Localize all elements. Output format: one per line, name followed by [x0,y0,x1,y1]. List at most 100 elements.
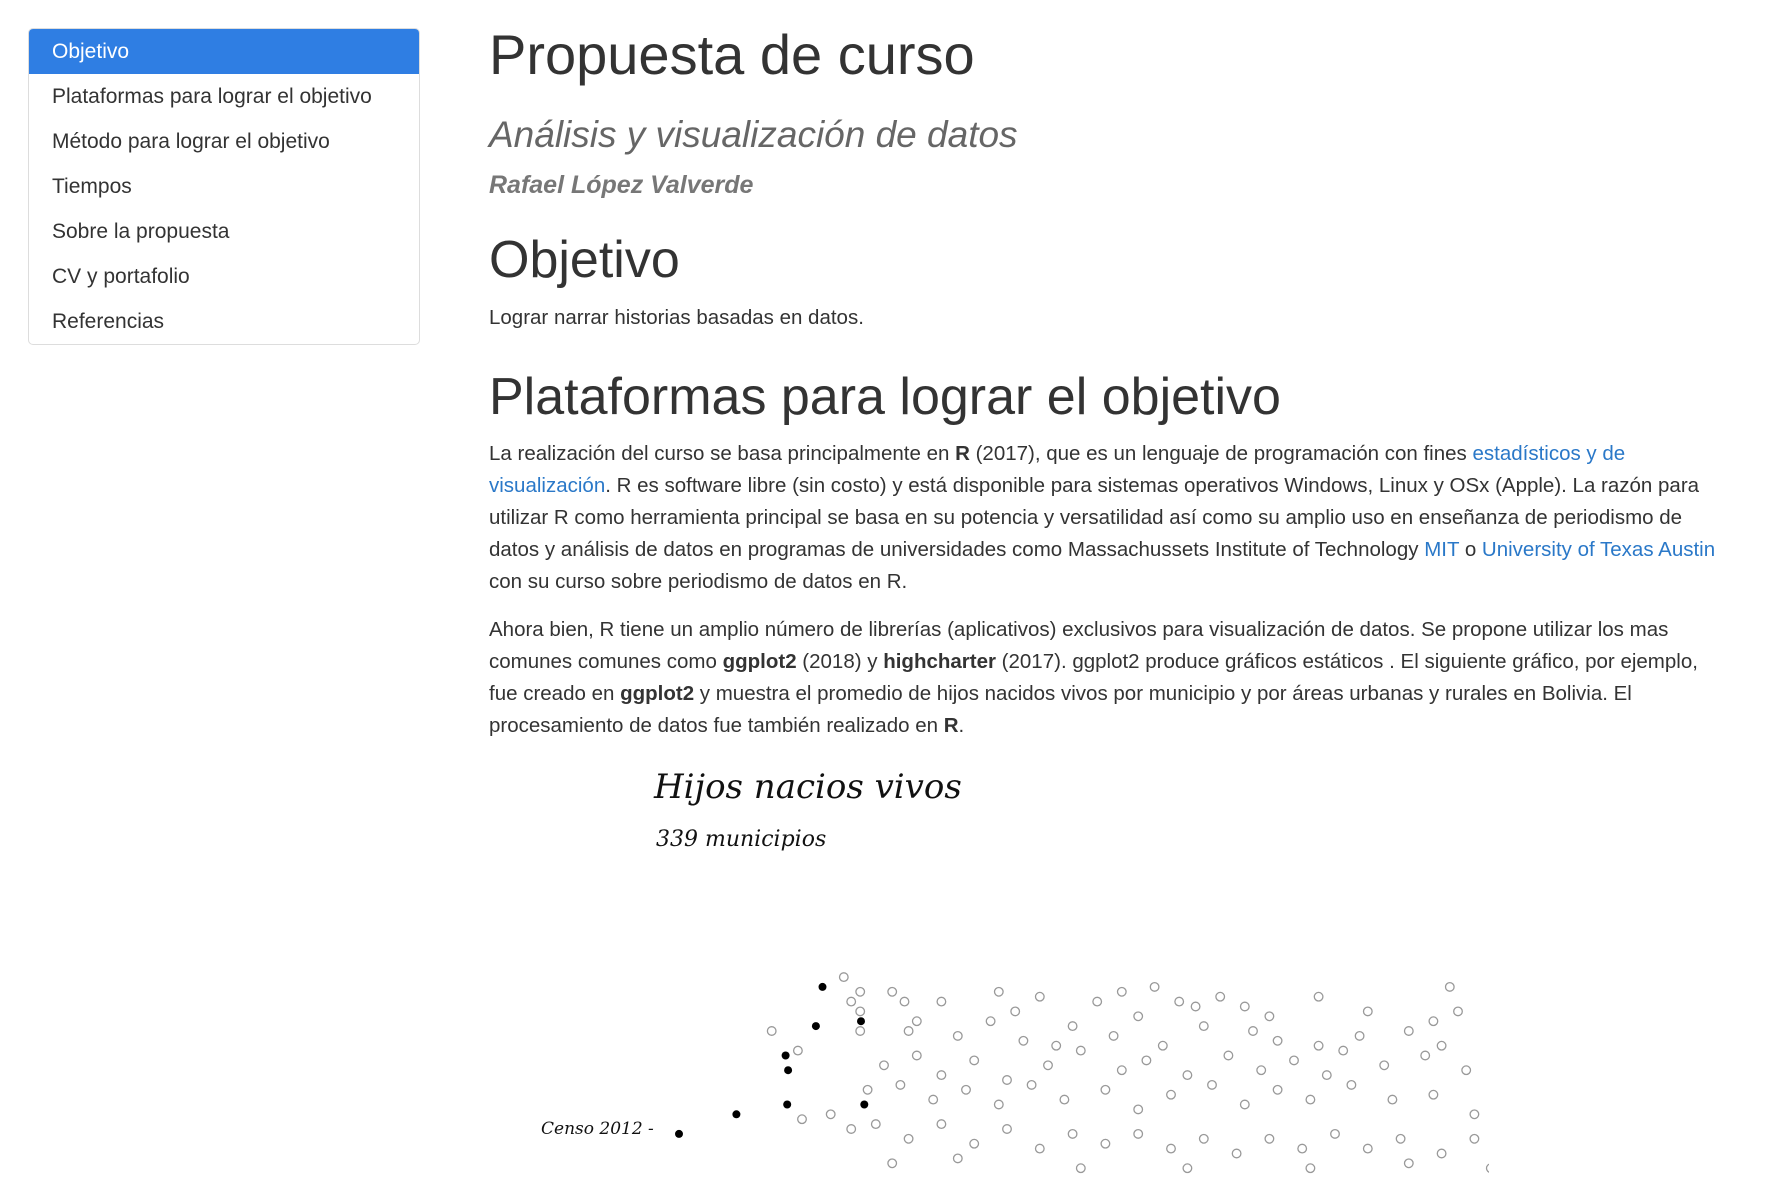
hollow-point-112 [887,1158,898,1169]
paragraph-text: La realización del curso se basa princip… [489,442,956,465]
hollow-point-88 [825,1109,836,1120]
section-heading-plataformas: Plataformas para lograr el objetivo [489,368,1281,426]
paragraph-text: con su curso sobre periodismo de datos e… [489,570,908,593]
hollow-point-51 [1075,1045,1086,1056]
chart-title: Hijos nacios vivos [653,767,962,807]
hollow-point-30 [1067,1021,1078,1032]
filled-point-5 [732,1110,741,1119]
hollow-point-40 [1436,1040,1447,1051]
page-subtitle: Análisis y visualización de datos [489,114,1018,155]
hollow-point-67 [862,1084,873,1095]
hollow-point-25 [903,1026,914,1036]
section-heading-objetivo: Objetivo [489,231,680,289]
hollow-point-120 [1010,1006,1021,1017]
hollow-point-18 [1313,991,1324,1002]
paragraph-text: (2017), que es un lenguaje de programaci… [969,442,1473,465]
paragraph-text: (2018) y [796,650,884,673]
hollow-point-61 [1461,1065,1472,1076]
toc-item-cv-y-portafolio[interactable]: CV y portafolio [29,254,419,299]
hollow-point-113 [952,1153,963,1164]
hollow-point-47 [936,1070,947,1081]
hollow-point-122 [1264,1011,1275,1022]
hollow-point-46 [911,1050,922,1061]
hollow-point-121 [1174,996,1185,1007]
highcharter-bold: highcharter [883,650,996,673]
filled-point-7 [860,1100,869,1109]
toc-item-tiempos[interactable]: Tiempos [29,164,419,209]
hollow-point-14 [1149,981,1160,992]
hollow-point-101 [1231,1148,1242,1159]
r-bold: R [943,714,959,737]
toc-item-objetivo[interactable]: Objetivo [29,29,419,74]
municipios-scatter-chart: Hijos nacios vivos 339 municipios Censo … [541,767,1489,1174]
hollow-point-94 [1002,1124,1012,1134]
hollow-point-11 [1034,991,1045,1002]
hollow-point-59 [1379,1060,1390,1071]
hollow-point-115 [1182,1163,1193,1174]
hollow-point-93 [969,1138,980,1149]
plataformas-paragraph-1: La realización del curso se basa princip… [489,438,1719,598]
hollow-point-57 [1289,1055,1299,1066]
filled-point-8 [675,1129,683,1138]
hollow-point-0 [766,1026,777,1036]
hollow-point-36 [1272,1035,1283,1046]
chart-subtitle: 339 municipios [656,827,826,852]
author-name: Rafael López Valverde [489,171,754,199]
toc-item-referencias[interactable]: Referencias [29,299,419,344]
hollow-point-79 [1272,1084,1283,1095]
hollow-point-103 [1297,1143,1308,1154]
hollow-point-83 [1428,1089,1439,1100]
hollow-point-5 [855,1006,866,1017]
hollow-point-73 [1059,1094,1070,1105]
toc-item-sobre-la-propuesta[interactable]: Sobre la propuesta [29,209,419,254]
hollow-point-49 [1002,1075,1012,1085]
hollow-point-1 [792,1045,803,1056]
hollow-point-31 [1108,1030,1119,1041]
hollow-point-84 [1469,1109,1480,1120]
hollow-point-125 [1338,1045,1349,1056]
hollow-point-70 [961,1084,971,1095]
toc-item-plataformas-para-lograr-el-objetivo[interactable]: Plataformas para lograr el objetivo [29,74,419,119]
hollow-point-4 [846,996,857,1007]
link-mit[interactable]: MIT [1424,538,1459,561]
hollow-point-55 [1223,1050,1234,1061]
hollow-point-34 [1198,1021,1209,1032]
hollow-point-3 [855,986,866,997]
hollow-point-106 [1395,1133,1406,1144]
hollow-point-7 [887,986,898,997]
toc-item-metodo-para-lograr-el-objetivo[interactable]: Método para lograr el objetivo [29,119,419,164]
hollow-point-26 [911,1016,922,1027]
chart-points [675,972,1489,1174]
hollow-point-10 [993,986,1004,997]
hollow-point-107 [1436,1148,1447,1159]
ggplot2-bold: ggplot2 [620,682,695,705]
hollow-point-72 [1026,1079,1037,1090]
hollow-point-52 [1116,1065,1127,1076]
hollow-point-17 [1239,1001,1250,1012]
hollow-point-20 [1444,981,1455,992]
filled-point-1 [857,1017,865,1026]
hollow-point-75 [1133,1104,1144,1115]
hollow-point-96 [1067,1128,1078,1139]
hollow-point-82 [1387,1094,1398,1105]
hollow-point-24 [1453,1006,1463,1017]
table-of-contents: Objetivo Plataformas para lograr el objet… [28,28,420,345]
hollow-point-45 [879,1060,889,1071]
hollow-point-2 [838,972,849,983]
hollow-point-81 [1346,1079,1357,1090]
hollow-point-19 [1362,1006,1373,1017]
hollow-point-13 [1116,986,1127,997]
hollow-point-123 [1428,1016,1439,1027]
hollow-point-92 [936,1119,947,1130]
hollow-point-6 [855,1026,866,1036]
hollow-point-29 [1018,1035,1029,1046]
hollow-point-90 [870,1119,881,1130]
paragraph-text: o [1459,538,1482,561]
hollow-point-69 [928,1094,939,1105]
link-ut-austin[interactable]: University of Texas Austin [1482,538,1715,561]
hollow-point-116 [1305,1163,1316,1174]
hollow-point-37 [1313,1040,1324,1051]
hollow-point-77 [1207,1079,1217,1090]
hollow-point-50 [1043,1060,1053,1071]
hollow-point-89 [846,1124,857,1134]
